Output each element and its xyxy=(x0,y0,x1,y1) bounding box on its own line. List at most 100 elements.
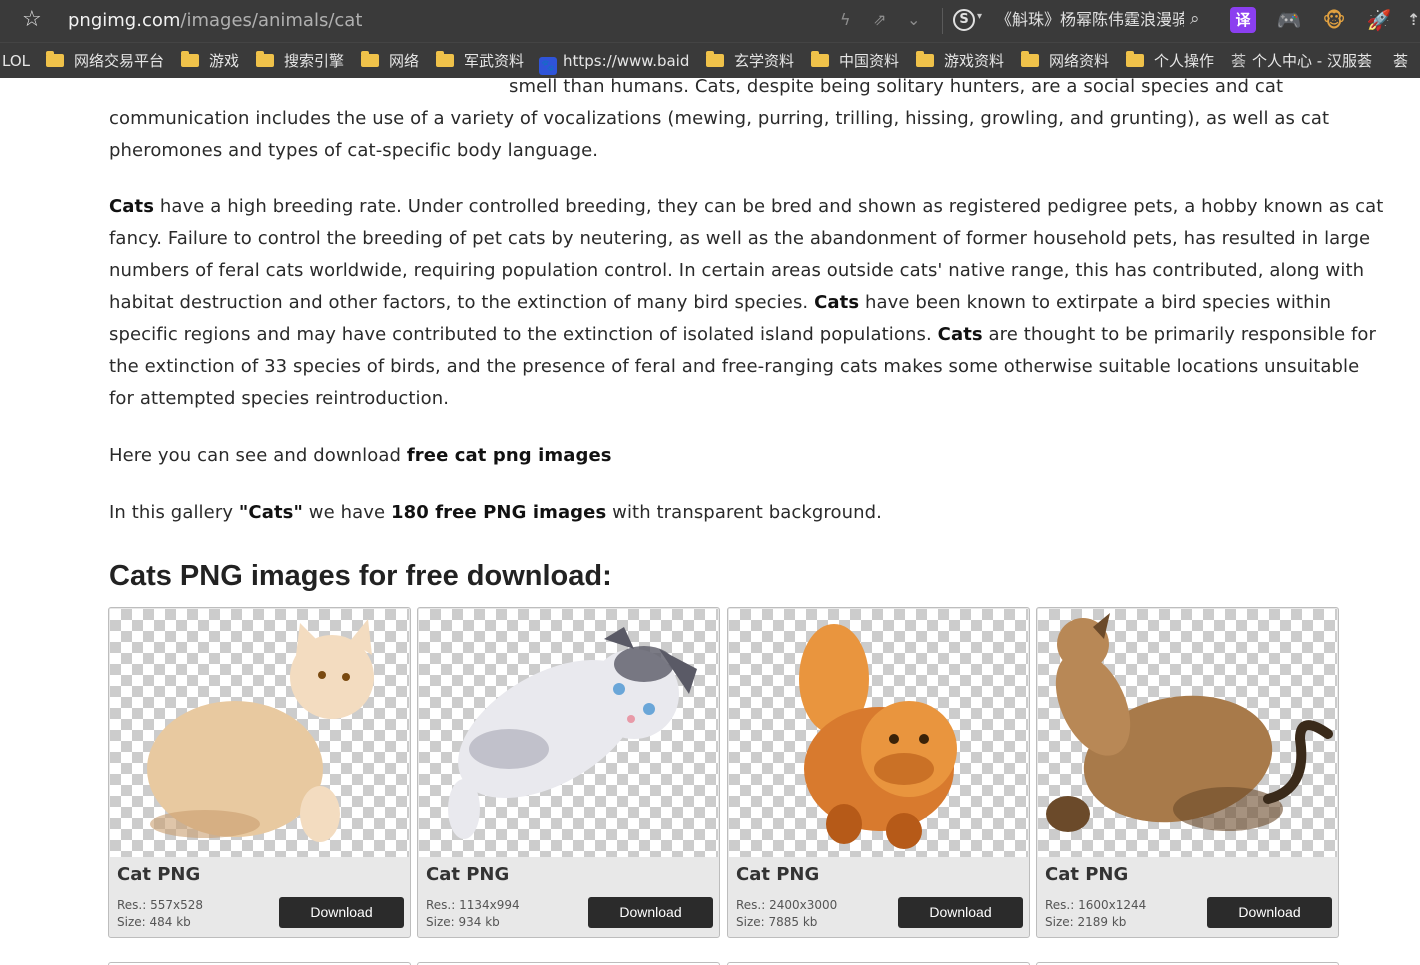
bookmark-folder[interactable]: 玄学资料 xyxy=(706,51,794,71)
article-paragraph: Here you can see and download free cat p… xyxy=(109,440,1339,472)
monkey-extension-icon[interactable]: 🐵 xyxy=(1321,7,1347,33)
folder-icon xyxy=(706,51,724,67)
gamepad-extension-icon[interactable]: 🎮 xyxy=(1276,7,1302,33)
rocket-extension-icon[interactable]: 🚀 xyxy=(1366,7,1392,33)
gallery-title: Cats PNG images for free download: xyxy=(109,560,612,592)
bookmark-link[interactable]: 🐾 https://www.baid xyxy=(539,51,689,75)
folder-icon xyxy=(916,51,934,67)
bookmark-folder[interactable]: 中国资料 xyxy=(811,51,899,71)
cat-thumbnail[interactable] xyxy=(110,609,409,857)
folder-icon xyxy=(46,51,64,67)
card-resolution: Res.: 1134x994 xyxy=(426,898,520,912)
page-content: smell than humans. Cats, despite being s… xyxy=(0,78,1420,965)
card-resolution: Res.: 1600x1244 xyxy=(1045,898,1147,912)
cat-leg xyxy=(1046,796,1090,832)
cat-illustration xyxy=(1046,613,1333,832)
download-button[interactable]: Download xyxy=(279,897,404,928)
bookmark-folder[interactable]: 军武资料 xyxy=(436,51,524,71)
text-line: numbers of feral cats worldwide, requiri… xyxy=(109,260,1365,281)
bookmark-link[interactable]: 荟 xyxy=(1393,51,1408,71)
caret-down-icon[interactable]: ▾ xyxy=(977,11,982,22)
card-resolution: Res.: 557x528 xyxy=(117,898,204,912)
text-line: for attempted species reintroduction. xyxy=(109,388,450,409)
text-line: fancy. Failure to control the breeding o… xyxy=(109,228,1371,249)
bookmark-label: 军武资料 xyxy=(464,52,525,70)
bookmark-label: 玄学资料 xyxy=(734,52,795,70)
cat-shade xyxy=(469,729,549,769)
image-card[interactable]: Cat PNG Res.: 557x528 Size: 484 kb Downl… xyxy=(108,607,411,938)
cat-thumbnail[interactable] xyxy=(419,609,718,857)
cat-leg xyxy=(448,779,480,839)
image-card[interactable]: Cat PNG Res.: 1600x1244 Size: 2189 kb Do… xyxy=(1036,607,1339,938)
bold-term: Cats xyxy=(814,292,860,313)
card-title[interactable]: Cat PNG xyxy=(736,864,819,885)
url-path: /images/animals/cat xyxy=(180,10,363,31)
bookmark-folder[interactable]: 网络资料 xyxy=(1021,51,1109,71)
bookmark-label: 搜索引擎 xyxy=(284,52,345,70)
download-button[interactable]: Download xyxy=(898,897,1023,928)
bold-term: "Cats" xyxy=(238,502,303,523)
bookmark-label: 网络 xyxy=(389,52,420,70)
cat-shade xyxy=(874,753,934,785)
text-run: specific regions and may have contribute… xyxy=(109,324,938,345)
text-run: with transparent background. xyxy=(606,502,883,523)
bookmarks-bar: LOL 网络交易平台 游戏 搜索引擎 网络 军武资料 🐾 https://www.… xyxy=(0,42,1420,78)
bookmark-folder[interactable]: 网络 xyxy=(361,51,419,71)
text-line: In this gallery "Cats" we have 180 free … xyxy=(109,497,1339,529)
url-field[interactable]: pngimg.com/images/animals/cat xyxy=(68,9,362,33)
card-title[interactable]: Cat PNG xyxy=(1045,864,1128,885)
translate-extension-icon[interactable]: 译 xyxy=(1230,7,1256,33)
bookmark-label: 游戏资料 xyxy=(944,52,1005,70)
card-size: Size: 934 kb xyxy=(426,915,500,929)
bold-term: 180 free PNG images xyxy=(390,502,607,523)
download-button[interactable]: Download xyxy=(1207,897,1332,928)
bookmark-star-icon[interactable]: ☆ xyxy=(22,7,42,33)
card-title[interactable]: Cat PNG xyxy=(117,864,200,885)
folder-icon xyxy=(181,51,199,67)
bookmark-folder[interactable]: 搜索引擎 xyxy=(256,51,344,71)
bookmark-item[interactable]: LOL xyxy=(2,51,30,71)
search-engine-icon[interactable]: S xyxy=(953,9,975,31)
image-card[interactable]: Cat PNG Res.: 2400x3000 Size: 7885 kb Do… xyxy=(727,607,1030,938)
text-run: we have xyxy=(302,502,391,523)
baidu-paw-icon: 🐾 xyxy=(539,57,557,75)
search-icon[interactable]: ⌕ xyxy=(1190,9,1200,29)
folder-icon xyxy=(811,51,829,67)
folder-icon xyxy=(1021,51,1039,67)
cat-ear xyxy=(604,627,634,649)
bookmark-label: 网络资料 xyxy=(1049,52,1110,70)
cat-mask xyxy=(614,646,674,682)
share-icon[interactable]: ⇗ xyxy=(873,10,886,30)
bookmark-link[interactable]: 荟个人中心 - 汉服荟 xyxy=(1231,51,1372,71)
folder-icon xyxy=(436,51,454,67)
bookmark-folder[interactable]: 网络交易平台 xyxy=(46,51,164,71)
image-card[interactable]: Cat PNG Res.: 1134x994 Size: 934 kb Down… xyxy=(417,607,720,938)
cat-leg xyxy=(300,786,340,842)
bookmark-folder[interactable]: 游戏资料 xyxy=(916,51,1004,71)
text-line: communication includes the use of a vari… xyxy=(109,108,1330,129)
article-paragraph: smell than humans. Cats, despite being s… xyxy=(109,78,1339,167)
browser-address-bar: ☆ pngimg.com/images/animals/cat ϟ ⇗ ⌄ S … xyxy=(0,0,1420,42)
folder-icon xyxy=(1126,51,1144,67)
site-icon: 荟 xyxy=(1231,52,1247,70)
folder-icon xyxy=(361,51,379,67)
bookmark-folder[interactable]: 个人操作 xyxy=(1126,51,1214,71)
download-button[interactable]: Download xyxy=(588,897,713,928)
bookmark-folder[interactable]: 游戏 xyxy=(181,51,239,71)
bookmark-label: 中国资料 xyxy=(839,52,900,70)
text-run: habitat destruction and other factors, t… xyxy=(109,292,815,313)
article-paragraph: In this gallery "Cats" we have 180 free … xyxy=(109,497,1339,529)
cat-tail xyxy=(1263,720,1333,804)
card-title[interactable]: Cat PNG xyxy=(426,864,509,885)
card-size: Size: 7885 kb xyxy=(736,915,818,929)
chevron-down-icon[interactable]: ⌄ xyxy=(907,10,920,30)
cat-thumbnail[interactable] xyxy=(1038,609,1337,857)
cat-thumbnail[interactable] xyxy=(729,609,1028,857)
news-ticker[interactable]: 《斛珠》杨幂陈伟霆浪漫骑 xyxy=(996,10,1184,30)
text-run: have a high breeding rate. Under control… xyxy=(154,196,1384,217)
bookmark-label: 荟 xyxy=(1393,52,1409,70)
more-extensions-icon[interactable]: ⇡ xyxy=(1407,7,1420,33)
bookmark-label: 个人中心 - 汉服荟 xyxy=(1252,52,1372,70)
lightning-icon[interactable]: ϟ xyxy=(840,10,851,30)
toolbar-divider xyxy=(942,8,943,34)
